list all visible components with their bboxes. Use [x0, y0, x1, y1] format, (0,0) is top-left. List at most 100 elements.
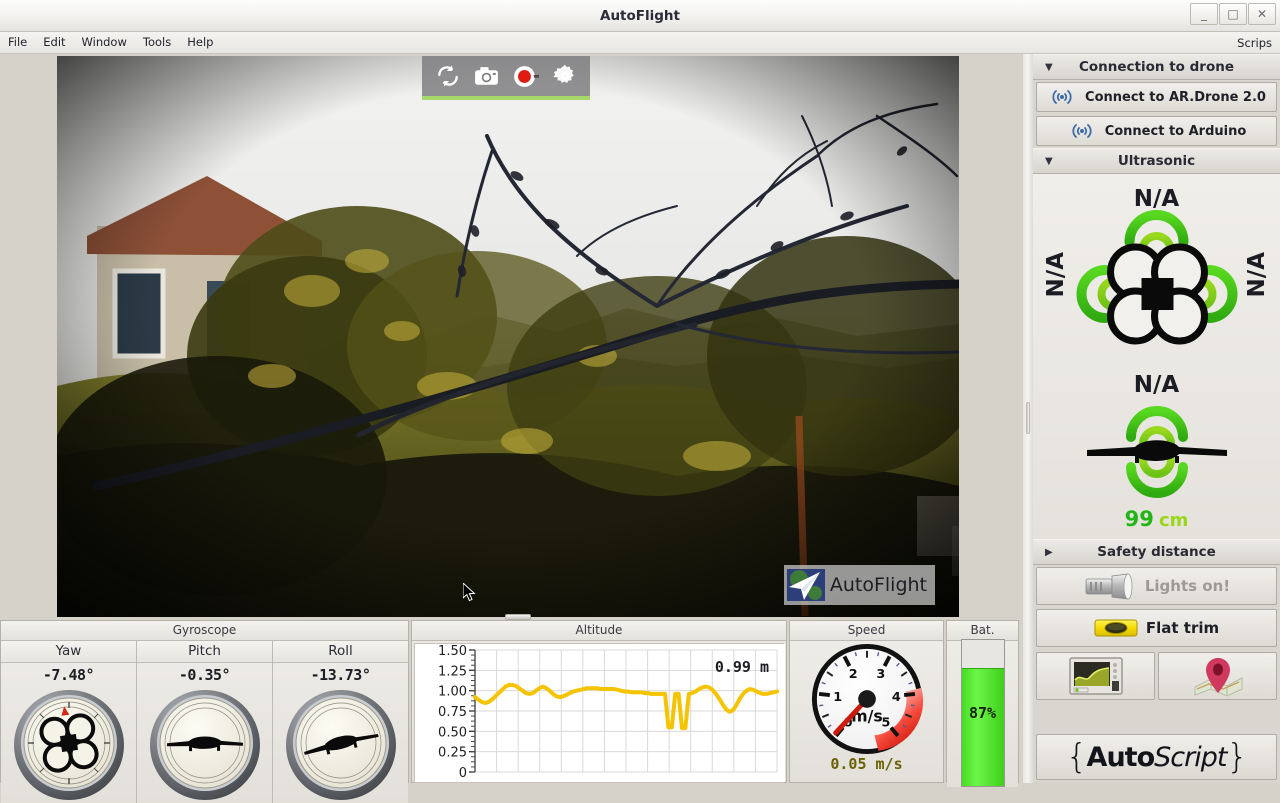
- watermark-text: AutoFlight: [829, 574, 927, 596]
- altitude-chart: 0 0.25 0.50 0.75 1.00 1.25 1.50 0.99 m: [414, 643, 785, 783]
- video-frame: [57, 56, 959, 617]
- menu-help[interactable]: Help: [179, 32, 221, 53]
- autoflight-logo-icon: [786, 569, 825, 601]
- connect-ardrone-button[interactable]: Connect to AR.Drone 2.0: [1036, 82, 1277, 112]
- gyro-roll-column: Roll -13.73°: [273, 641, 408, 803]
- autoscript-button[interactable]: { Auto Script }: [1036, 734, 1277, 780]
- altitude-title: Altitude: [412, 621, 786, 641]
- window-titlebar: AutoFlight _ □ ✕: [0, 0, 1280, 32]
- record-icon[interactable]: [511, 61, 541, 91]
- flat-trim-label: Flat trim: [1145, 619, 1220, 637]
- svg-text:0.75: 0.75: [438, 705, 467, 720]
- gyroscope-panel: Gyroscope Yaw -7.48° Pitch -0.35° Roll -…: [0, 620, 409, 803]
- svg-text:2: 2: [848, 667, 857, 682]
- speed-readout: 0.05 m/s: [830, 755, 903, 773]
- video-area: AutoFlight: [0, 54, 1023, 620]
- ultrasonic-body: N/A N/A N/A N/A 99 cm: [1033, 174, 1280, 539]
- gyro-pitch-column: Pitch -0.35°: [137, 641, 273, 803]
- autoscript-brace-open: {: [1065, 737, 1088, 777]
- mouse-cursor: [463, 583, 476, 602]
- speed-title: Speed: [790, 621, 943, 641]
- svg-text:3: 3: [876, 667, 885, 682]
- svg-text:1.25: 1.25: [438, 664, 467, 679]
- ultrasonic-bottom-value: 99: [1124, 507, 1154, 531]
- menu-file[interactable]: File: [0, 32, 35, 53]
- ultrasonic-top-value: N/A: [1133, 372, 1180, 398]
- speed-panel: Speed 1 2 3 4 5 m/s 0.05 m/s: [789, 620, 944, 783]
- autoflight-watermark: AutoFlight: [783, 565, 935, 605]
- flat-trim-button[interactable]: Flat trim: [1036, 609, 1277, 647]
- ultrasonic-side-block: N/A 99 cm: [1033, 364, 1280, 539]
- connect-ardrone-label: Connect to AR.Drone 2.0: [1085, 89, 1266, 105]
- snapshot-icon[interactable]: [472, 61, 502, 91]
- settings-gear-icon[interactable]: [550, 61, 580, 91]
- ultrasonic-front-value: N/A: [1133, 186, 1180, 212]
- connect-arduino-label: Connect to Arduino: [1104, 123, 1247, 139]
- connection-section-title: Connection to drone: [1078, 59, 1235, 75]
- ultrasonic-left-value: N/A: [1043, 252, 1069, 298]
- chevron-down-icon: ▼: [1045, 155, 1053, 167]
- maximize-button[interactable]: □: [1219, 3, 1247, 25]
- map-button[interactable]: [1158, 652, 1277, 700]
- vertical-splitter[interactable]: [1023, 54, 1033, 783]
- quadcopter-top-icon: [1076, 210, 1237, 345]
- svg-text:0.50: 0.50: [438, 725, 467, 740]
- autoscript-part2: Script: [1154, 741, 1227, 773]
- bottom-dashboard: Gyroscope Yaw -7.48° Pitch -0.35° Roll -…: [0, 620, 1023, 803]
- switch-camera-icon[interactable]: [433, 61, 463, 91]
- battery-percent: 87%: [968, 704, 997, 722]
- gyro-yaw-value: -7.48°: [42, 666, 95, 684]
- ultrasonic-quad-block: N/A N/A N/A: [1033, 174, 1280, 364]
- gyro-pitch-label: Pitch: [137, 641, 272, 663]
- gyro-pitch-value: -0.35°: [178, 666, 231, 684]
- lights-on-button[interactable]: Lights on!: [1036, 567, 1277, 605]
- gyro-roll-label: Roll: [273, 641, 408, 663]
- map-pin-icon: [1194, 658, 1242, 697]
- video-toolbar: [422, 56, 590, 100]
- menu-edit[interactable]: Edit: [35, 32, 73, 53]
- window-controls: _ □ ✕: [1190, 3, 1276, 25]
- svg-text:0.25: 0.25: [438, 746, 467, 761]
- roll-horizon-gauge: [285, 690, 396, 800]
- ultrasonic-bottom-readout: 99 cm: [1033, 507, 1280, 531]
- lights-on-label: Lights on!: [1144, 577, 1231, 595]
- altitude-panel: Altitude 0 0.25 0.50 0.75 1.00 1.25 1.50 0.99 …: [411, 620, 787, 783]
- autoscript-brace-close: }: [1226, 737, 1248, 777]
- svg-text:1.00: 1.00: [438, 685, 467, 700]
- window-title: AutoFlight: [600, 8, 680, 24]
- close-button[interactable]: ✕: [1248, 3, 1276, 25]
- minimize-button[interactable]: _: [1190, 3, 1218, 25]
- gyro-yaw-column: Yaw -7.48°: [1, 641, 137, 803]
- battery-gauge: 87%: [960, 639, 1005, 787]
- sidebar-icon-row: [1036, 652, 1277, 700]
- battery-title: Bat.: [947, 621, 1018, 641]
- connection-section-header[interactable]: ▼ Connection to drone: [1033, 54, 1280, 80]
- svg-text:4: 4: [891, 690, 900, 705]
- svg-text:5: 5: [881, 716, 890, 731]
- safety-distance-section-header[interactable]: ▶ Safety distance: [1033, 539, 1280, 565]
- ultrasonic-section-title: Ultrasonic: [1117, 153, 1196, 169]
- menu-window[interactable]: Window: [74, 32, 135, 53]
- altitude-readout: 0.99 m: [714, 658, 769, 676]
- vertical-splitter-grip[interactable]: [1026, 402, 1030, 434]
- right-sidebar: ▼ Connection to drone Connect to AR.Dron…: [1033, 54, 1280, 783]
- battery-panel: Bat. 87%: [946, 620, 1019, 787]
- safety-distance-title: Safety distance: [1097, 544, 1216, 560]
- yaw-compass-gauge: [13, 690, 124, 800]
- drone-side-icon: [1086, 406, 1227, 498]
- drone-video-feed[interactable]: AutoFlight: [57, 56, 959, 617]
- menu-tools[interactable]: Tools: [135, 32, 179, 53]
- ultrasonic-section-header[interactable]: ▼ Ultrasonic: [1033, 148, 1280, 174]
- connect-arduino-button[interactable]: Connect to Arduino: [1036, 116, 1277, 146]
- menu-scripts[interactable]: Scrips: [1237, 36, 1272, 50]
- battery-fill: [961, 667, 1004, 786]
- chevron-down-icon: ▼: [1045, 61, 1053, 73]
- left-column: AutoFlight Gyroscope Yaw -7.48° Pitch -0…: [0, 54, 1023, 803]
- sensor-graph-button[interactable]: [1036, 652, 1155, 700]
- wireless-icon: [1072, 124, 1092, 138]
- gyro-roll-value: -13.73°: [310, 666, 371, 684]
- spirit-level-icon: [1094, 619, 1138, 637]
- sensor-graph-icon: [1068, 657, 1123, 695]
- menubar: File Edit Window Tools Help Scrips: [0, 32, 1280, 54]
- svg-text:1.50: 1.50: [438, 644, 467, 659]
